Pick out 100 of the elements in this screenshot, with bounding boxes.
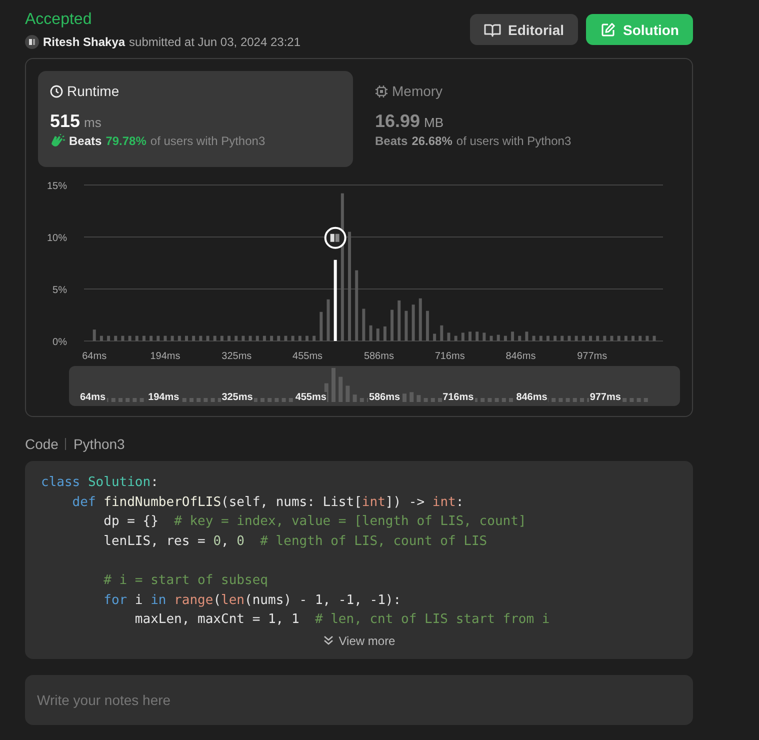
- histogram-bar: [376, 328, 380, 341]
- code-line: for i in range(len(nums) - 1, -1, -1):: [102, 592, 402, 610]
- avatar-icon: [25, 35, 39, 49]
- metric-value: 515: [50, 111, 80, 132]
- code-line: maxLen, maxCnt = 1, 1 # len, cnt of LIS start from i: [134, 611, 550, 630]
- clapping-hands-icon: [50, 134, 65, 148]
- histogram-bar: [490, 336, 493, 341]
- editorial-button[interactable]: Editorial: [470, 14, 578, 45]
- histogram-bar: [632, 336, 635, 341]
- notes-field[interactable]: Write your notes here: [25, 674, 693, 725]
- histogram-bar: [362, 308, 366, 341]
- histogram-bar: [504, 336, 507, 341]
- y-tick-label: 15%: [46, 181, 67, 192]
- histogram-bar: [206, 336, 210, 341]
- navigator-label: 64ms: [79, 392, 107, 403]
- histogram-bar: [164, 336, 167, 341]
- histogram-bar: [426, 310, 429, 341]
- x-tick-label: 455ms: [292, 351, 323, 362]
- histogram-bar: [383, 326, 386, 341]
- y-tick-label: 5%: [52, 285, 67, 296]
- histogram-bar: [277, 336, 280, 341]
- beats-caption: of users with Python3: [150, 134, 266, 148]
- histogram-bar: [135, 336, 138, 341]
- histogram-bar: [546, 336, 550, 341]
- histogram-bar: [326, 299, 330, 341]
- histogram-bar: [228, 336, 231, 341]
- histogram-bar: [603, 336, 606, 341]
- edit-icon: [600, 22, 616, 38]
- histogram-bar: [624, 336, 628, 341]
- histogram-bar: [355, 270, 358, 341]
- histogram-bar: [461, 332, 464, 341]
- histogram-bar: [270, 336, 274, 341]
- histogram-bar: [433, 334, 436, 341]
- navigator-label: 716ms: [442, 392, 475, 403]
- language-label: Python3: [73, 436, 125, 452]
- histogram-bar: [121, 336, 124, 341]
- navigator-label: 977ms: [588, 392, 622, 403]
- code-line: # i = start of subseq: [102, 572, 268, 590]
- x-tick-label: 977ms: [577, 351, 608, 362]
- y-tick-label: 10%: [46, 233, 67, 244]
- x-tick-label: 716ms: [434, 351, 465, 362]
- histogram-bar: [199, 336, 202, 341]
- histogram-bar: [390, 310, 394, 341]
- histogram-bar: [150, 336, 153, 341]
- histogram-bar: [482, 332, 486, 341]
- beats-percent: 26.68%: [412, 134, 452, 148]
- histogram-bar: [320, 312, 323, 341]
- x-tick-label: 325ms: [222, 351, 252, 362]
- code-line: def findNumberOfLIS(self, nums: List[int]) -> int:: [71, 494, 464, 512]
- user-name[interactable]: Ritesh Shakya: [43, 35, 126, 49]
- histogram-bar: [568, 336, 571, 341]
- histogram-bar: [468, 332, 472, 341]
- histogram-bar: [404, 310, 408, 341]
- beats-caption: of users with Python3: [456, 134, 572, 148]
- histogram-bar: [100, 336, 103, 341]
- metric-unit: MB: [424, 115, 444, 130]
- metric-tab[interactable]: Memory 16.99 MB Beats 26.68% of users with Python3: [363, 71, 678, 167]
- histogram-bar: [192, 336, 196, 341]
- navigator-label: 586ms: [368, 392, 402, 403]
- histogram-bar: [107, 336, 110, 341]
- x-tick-label: 586ms: [364, 351, 394, 362]
- histogram-bar: [596, 336, 600, 341]
- histogram-bar: [213, 336, 216, 341]
- histogram-bar: [248, 336, 252, 341]
- histogram-bar: [454, 336, 458, 341]
- histogram-bar: [476, 332, 479, 341]
- navigator-label: 194ms: [147, 392, 180, 403]
- book-icon: [484, 22, 501, 36]
- metric-label: Runtime: [67, 83, 120, 99]
- histogram-bar: [652, 336, 656, 341]
- histogram-bar: [574, 336, 578, 341]
- histogram-bar: [220, 336, 224, 341]
- navigator-label: 325ms: [220, 392, 254, 403]
- histogram-bar: [589, 336, 592, 341]
- histogram-bar: [511, 332, 514, 341]
- histogram-bar: [114, 336, 118, 341]
- histogram-bar: [617, 336, 620, 341]
- histogram-bar: [554, 336, 557, 341]
- histogram-bar: [412, 304, 415, 341]
- avatar-marker-icon: [324, 226, 346, 249]
- histogram-bar: [156, 336, 160, 341]
- beats-label: Beats: [69, 134, 102, 148]
- y-tick-label: 0%: [52, 337, 67, 348]
- code-line: lenLIS, res = 0, 0 # length of LIS, count of LIS: [102, 532, 488, 551]
- x-tick-label: 64ms: [82, 351, 107, 362]
- range-navigator[interactable]: 64ms 194ms 325ms 455ms 586ms 716ms 846ms 977ms: [69, 366, 680, 406]
- beats-label: Beats: [375, 134, 408, 148]
- histogram-bar: [646, 336, 649, 341]
- metric-tab[interactable]: Runtime 515 ms Beats 79.78% of users with Python3: [38, 71, 353, 167]
- x-tick-label: 846ms: [506, 351, 536, 362]
- view-more-button[interactable]: View more: [316, 632, 402, 649]
- histogram-bar: [234, 336, 238, 341]
- histogram-bar: [539, 336, 542, 341]
- histogram-bar: [582, 336, 585, 341]
- metric-label: Memory: [392, 83, 443, 99]
- beats-percent: 79.78%: [106, 134, 146, 148]
- navigator-label: 455ms: [294, 392, 328, 403]
- metric-value: 16.99: [375, 111, 420, 132]
- navigator-label: 846ms: [515, 392, 548, 403]
- histogram-bar: [518, 336, 522, 341]
